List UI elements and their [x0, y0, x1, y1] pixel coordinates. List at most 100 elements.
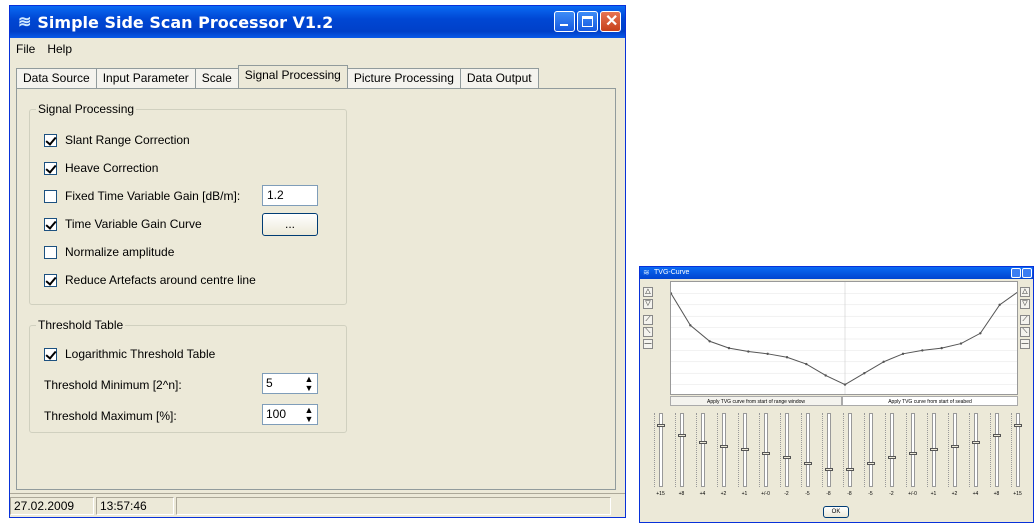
tvg-slider[interactable]	[994, 413, 999, 487]
slider-thumb[interactable]	[782, 456, 791, 460]
heave-row[interactable]: Heave Correction	[44, 161, 158, 175]
spin-arrows-icon[interactable]: ▲ ▼	[301, 405, 317, 424]
slider-thumb[interactable]	[761, 451, 770, 455]
threshold-min-value[interactable]: 5	[263, 374, 301, 393]
right-shift-down-icon[interactable]: ▽	[1020, 299, 1030, 309]
tvg-curve-edit-button[interactable]: ...	[262, 213, 318, 236]
fixed-tvg-row[interactable]: Fixed Time Variable Gain [dB/m]:	[44, 189, 240, 203]
normalize-row[interactable]: Normalize amplitude	[44, 245, 174, 259]
tab-scale[interactable]: Scale	[194, 68, 239, 88]
slider-thumb[interactable]	[677, 434, 686, 437]
spin-arrows-icon[interactable]: ▲ ▼	[301, 374, 317, 393]
artefacts-row[interactable]: Reduce Artefacts around centre line	[44, 273, 256, 287]
curve-point[interactable]	[863, 372, 866, 375]
minimize-button[interactable]	[554, 11, 575, 32]
close-button[interactable]: ✕	[600, 11, 621, 32]
slider-thumb[interactable]	[950, 444, 959, 448]
tvg-minimize-button[interactable]	[1011, 268, 1021, 278]
curve-point[interactable]	[882, 360, 885, 363]
tab-signal-processing[interactable]: Signal Processing	[237, 65, 348, 88]
curve-point[interactable]	[727, 346, 731, 350]
artefacts-checkbox[interactable]	[44, 273, 57, 287]
threshold-max-spinner[interactable]: 100 ▲ ▼	[262, 404, 318, 425]
slider-thumb[interactable]	[740, 448, 749, 451]
menu-file[interactable]: File	[10, 42, 41, 56]
tvg-curve-plot[interactable]	[670, 281, 1018, 395]
curve-point[interactable]	[805, 362, 808, 366]
threshold-max-value[interactable]: 100	[263, 405, 301, 424]
tvg-slider[interactable]	[847, 413, 852, 487]
slider-thumb[interactable]	[929, 448, 938, 451]
slant-range-checkbox[interactable]	[44, 133, 57, 147]
curve-point[interactable]	[824, 374, 827, 377]
curve-point[interactable]	[940, 346, 943, 350]
tvg-slider[interactable]	[784, 413, 789, 487]
curve-point[interactable]	[689, 324, 692, 327]
curve-point[interactable]	[766, 352, 769, 356]
tab-input-parameter[interactable]: Input Parameter	[95, 68, 196, 88]
tvg-tab-range-window[interactable]: Apply TVG curve from start of range wind…	[670, 396, 842, 406]
slider-thumb[interactable]	[824, 467, 833, 471]
left-shift-down-icon[interactable]: ▽	[643, 299, 653, 309]
slider-thumb[interactable]	[992, 434, 1001, 437]
tab-data-source[interactable]: Data Source	[16, 68, 97, 88]
tvg-slider[interactable]	[679, 413, 684, 487]
tvg-slider[interactable]	[826, 413, 831, 487]
slider-thumb[interactable]	[866, 462, 875, 465]
menu-help[interactable]: Help	[41, 42, 78, 56]
slider-thumb[interactable]	[971, 441, 980, 444]
threshold-min-spinner[interactable]: 5 ▲ ▼	[262, 373, 318, 394]
normalize-checkbox[interactable]	[44, 245, 57, 259]
tvg-maximize-button[interactable]	[1022, 268, 1032, 278]
fixed-tvg-input[interactable]: 1.2	[262, 185, 318, 206]
curve-point[interactable]	[998, 303, 1001, 306]
tvg-slider[interactable]	[910, 413, 915, 487]
log-threshold-checkbox[interactable]	[44, 347, 57, 361]
curve-point[interactable]	[901, 352, 905, 356]
right-tilt-down-icon[interactable]: ⟍	[1020, 327, 1030, 337]
slider-thumb[interactable]	[719, 444, 728, 448]
tvg-slider[interactable]	[868, 413, 873, 487]
log-threshold-row[interactable]: Logarithmic Threshold Table	[44, 347, 215, 361]
fixed-tvg-checkbox[interactable]	[44, 189, 57, 203]
curve-point[interactable]	[979, 332, 982, 335]
tab-picture-processing[interactable]: Picture Processing	[346, 68, 461, 88]
tvg-title-bar[interactable]: ≋ TVG-Curve	[640, 267, 1033, 279]
ok-button[interactable]: OK	[823, 506, 849, 518]
curve-point[interactable]	[921, 349, 924, 352]
slider-thumb[interactable]	[698, 441, 707, 444]
tab-data-output[interactable]: Data Output	[459, 68, 539, 88]
title-bar[interactable]: ≋ Simple Side Scan Processor V1.2 ✕	[10, 6, 625, 38]
tvg-curve-row[interactable]: Time Variable Gain Curve	[44, 217, 202, 231]
slider-thumb[interactable]	[656, 423, 665, 427]
curve-point[interactable]	[785, 356, 789, 359]
right-shift-up-icon[interactable]: △	[1020, 287, 1030, 297]
tvg-tab-seabed[interactable]: Apply TVG curve from start of seabed	[842, 396, 1018, 406]
slant-range-row[interactable]: Slant Range Correction	[44, 133, 190, 147]
tvg-slider[interactable]	[700, 413, 705, 487]
tvg-slider[interactable]	[952, 413, 957, 487]
tvg-curve-checkbox[interactable]	[44, 217, 57, 231]
curve-point[interactable]	[843, 383, 847, 386]
left-flatten-icon[interactable]: —	[643, 339, 653, 349]
tvg-slider[interactable]	[763, 413, 768, 487]
tvg-slider[interactable]	[805, 413, 810, 487]
slider-thumb[interactable]	[803, 462, 812, 465]
curve-point[interactable]	[959, 342, 963, 345]
slider-thumb[interactable]	[845, 467, 854, 471]
right-tilt-up-icon[interactable]: ⟋	[1020, 315, 1030, 325]
right-flatten-icon[interactable]: —	[1020, 339, 1030, 349]
left-shift-up-icon[interactable]: △	[643, 287, 653, 297]
slider-thumb[interactable]	[887, 456, 896, 460]
tvg-slider[interactable]	[889, 413, 894, 487]
left-tilt-down-icon[interactable]: ⟍	[643, 327, 653, 337]
heave-checkbox[interactable]	[44, 161, 57, 175]
curve-point[interactable]	[747, 350, 750, 353]
slider-thumb[interactable]	[1013, 423, 1022, 427]
tvg-slider[interactable]	[973, 413, 978, 487]
tvg-slider[interactable]	[721, 413, 726, 487]
slider-thumb[interactable]	[908, 451, 917, 455]
curve-point[interactable]	[708, 340, 711, 343]
maximize-button[interactable]	[577, 11, 598, 32]
left-tilt-up-icon[interactable]: ⟋	[643, 315, 653, 325]
